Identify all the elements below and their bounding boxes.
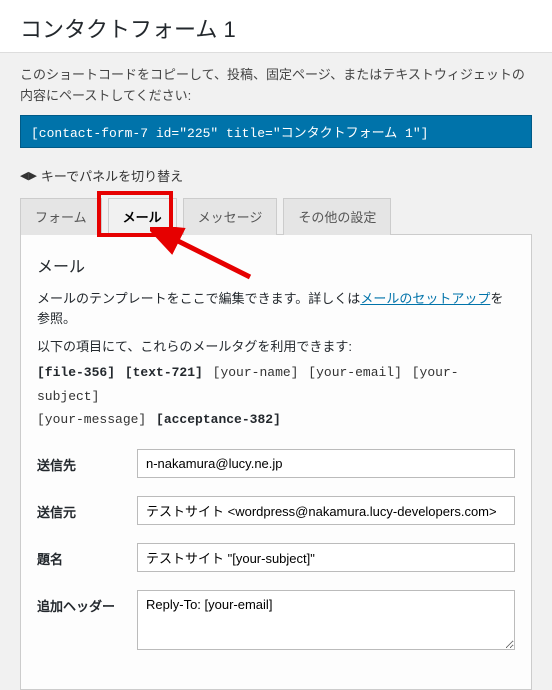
mail-section-heading: メール (37, 253, 515, 277)
mail-tag: [file-356] (37, 365, 115, 380)
mail-tag: [your-message] (37, 412, 146, 427)
tab-list: フォーム メール メッセージ その他の設定 (0, 197, 552, 234)
tab-other-settings[interactable]: その他の設定 (283, 198, 391, 235)
left-right-arrows-icon: ◀▶ (20, 169, 37, 182)
mail-tag-intro: 以下の項目にて、これらのメールタグを利用できます: (37, 336, 515, 355)
tab-messages[interactable]: メッセージ (183, 198, 278, 235)
tab-form[interactable]: フォーム (20, 198, 102, 235)
additional-headers-textarea[interactable]: Reply-To: [your-email] (137, 590, 515, 650)
mail-tag: [your-email] (308, 365, 402, 380)
mail-setup-link[interactable]: メールのセットアップ (360, 291, 490, 306)
shortcode-code[interactable]: [contact-form-7 id="225" title="コンタクトフォー… (20, 115, 532, 148)
mail-tag: [acceptance-382] (156, 412, 281, 427)
panel-hint-text: キーでパネルを切り替え (41, 166, 183, 185)
shortcode-description: このショートコードをコピーして、投稿、固定ページ、またはテキストウィジェットの内… (0, 65, 552, 115)
page-title: コンタクトフォーム 1 (0, 0, 552, 53)
panel-keyboard-hint: ◀▶ キーでパネルを切り替え (0, 166, 552, 197)
subject-input[interactable] (137, 543, 515, 572)
mail-tag: [text-721] (125, 365, 203, 380)
from-label: 送信元 (37, 496, 137, 521)
from-input[interactable] (137, 496, 515, 525)
to-label: 送信先 (37, 449, 137, 474)
tab-mail[interactable]: メール (108, 198, 177, 235)
additional-headers-label: 追加ヘッダー (37, 590, 137, 615)
mail-tags-list: [file-356] [text-721] [your-name] [your-… (37, 361, 515, 431)
mail-panel: メール メールのテンプレートをここで編集できます。詳しくはメールのセットアップを… (20, 234, 532, 690)
subject-label: 題名 (37, 543, 137, 568)
mail-desc-prefix: メールのテンプレートをここで編集できます。詳しくは (37, 291, 360, 306)
mail-description: メールのテンプレートをここで編集できます。詳しくはメールのセットアップを参照。 (37, 289, 515, 331)
mail-tag: [your-name] (213, 365, 299, 380)
to-input[interactable] (137, 449, 515, 478)
